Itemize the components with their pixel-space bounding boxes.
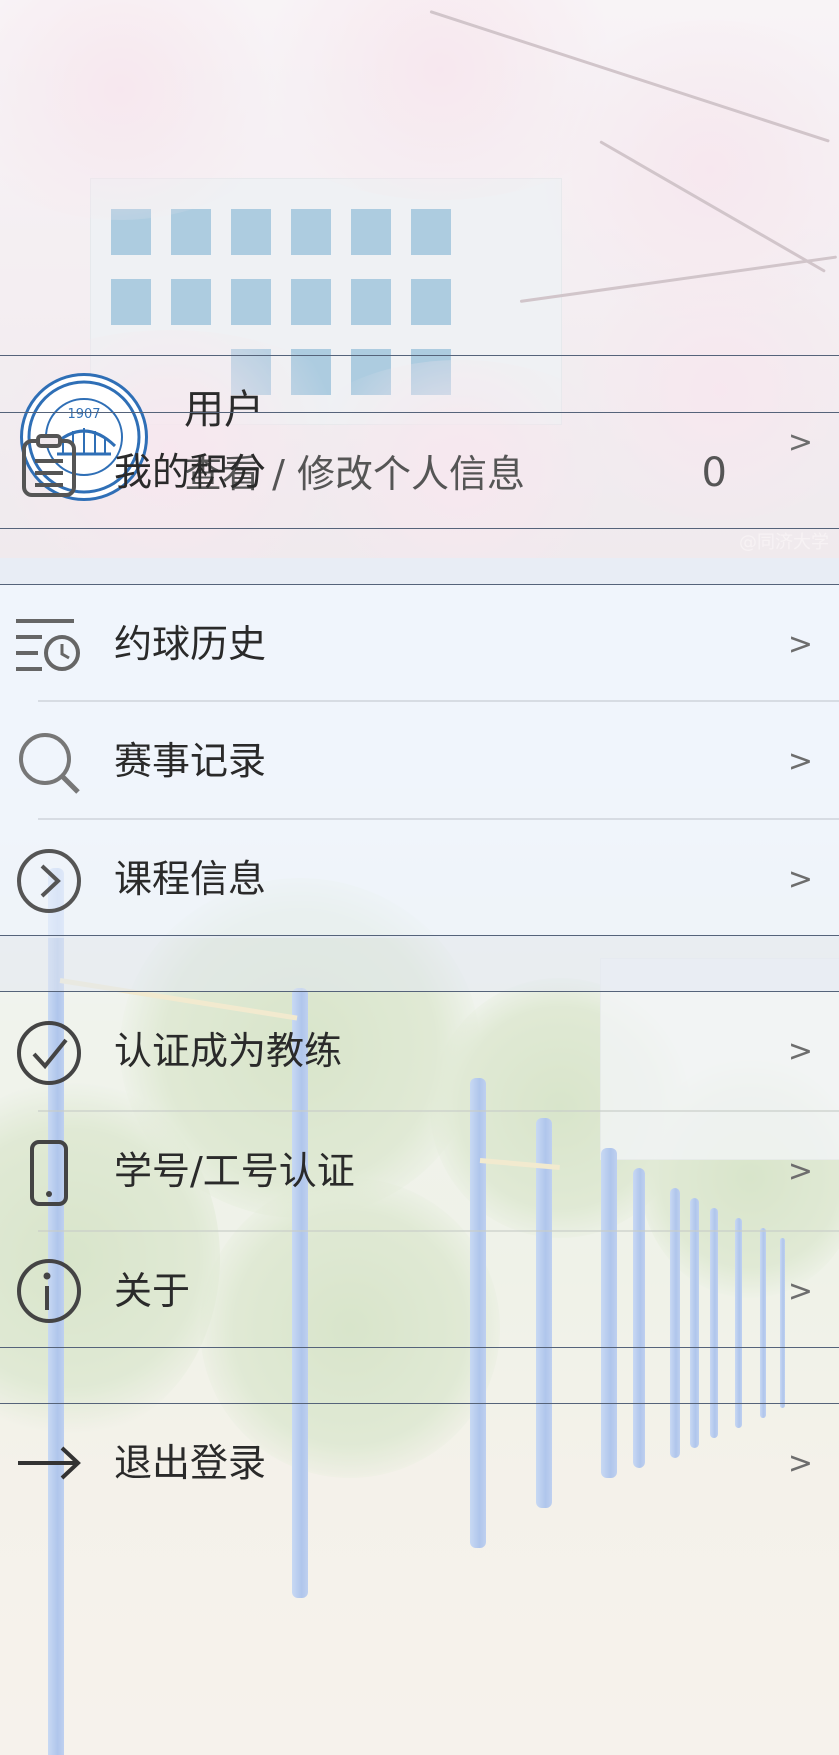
chevron-right-icon: > [787,1446,813,1481]
menu-item-label: 认证成为教练 [114,1029,343,1073]
points-row[interactable]: 我的积分 0 [0,413,839,528]
chevron-circle-icon [16,848,82,914]
menu-item-id-verification[interactable]: 学号/工号认证 > [0,1112,839,1230]
menu-item-label: 约球历史 [114,622,267,666]
menu-item-label: 课程信息 [114,857,267,901]
logout-label: 退出登录 [114,1441,267,1485]
points-label: 我的积分 [114,450,267,494]
chevron-right-icon: > [787,744,813,779]
menu-item-become-coach[interactable]: 认证成为教练 > [0,992,839,1110]
profile-row[interactable]: 1907 用户 查看 / 修改个人信息 > [0,180,839,501]
divider [0,355,839,356]
check-circle-icon [16,1020,82,1086]
divider [0,1347,839,1348]
logout-row[interactable]: 退出登录 > [0,1404,839,1522]
menu-item-match-history[interactable]: 约球历史 > [0,585,839,701]
menu-item-label: 学号/工号认证 [114,1149,355,1193]
history-clock-icon [16,613,82,679]
phone-icon [16,1140,82,1206]
points-value: 0 [701,450,727,496]
info-icon [16,1258,82,1324]
search-icon [16,730,82,796]
menu-item-label: 赛事记录 [114,739,267,783]
menu-item-match-records[interactable]: 赛事记录 > [0,702,839,818]
divider [0,528,839,529]
chevron-right-icon: > [787,862,813,897]
chevron-right-icon: > [787,1154,813,1189]
clipboard-icon [16,433,82,499]
chevron-right-icon: > [787,627,813,662]
menu-item-course-info[interactable]: 课程信息 > [0,820,839,935]
section-gap [0,936,839,991]
chevron-right-icon: > [787,1034,813,1069]
section-gap [0,558,839,584]
photo-watermark: @同济大学 [739,532,829,553]
menu-item-about[interactable]: 关于 > [0,1232,839,1347]
menu-item-label: 关于 [114,1269,191,1313]
chevron-right-icon: > [787,1274,813,1309]
arrow-right-icon [16,1430,82,1496]
